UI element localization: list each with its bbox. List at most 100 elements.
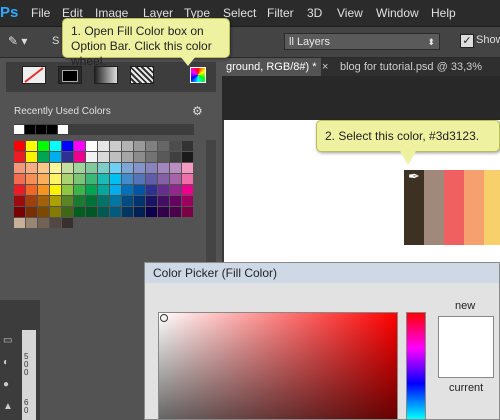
color-swatch[interactable] <box>74 207 85 217</box>
color-swatch[interactable] <box>50 174 61 184</box>
color-swatch[interactable] <box>86 185 97 195</box>
color-swatch[interactable] <box>98 207 109 217</box>
color-swatch[interactable] <box>26 152 37 162</box>
menu-help[interactable]: Help <box>431 0 456 26</box>
color-swatch[interactable] <box>38 163 49 173</box>
color-swatch[interactable] <box>86 207 97 217</box>
color-swatch[interactable] <box>146 152 157 162</box>
saturation-brightness-field[interactable] <box>158 312 398 420</box>
color-swatch[interactable] <box>158 141 169 151</box>
color-swatch[interactable] <box>182 152 193 162</box>
color-swatch[interactable] <box>110 174 121 184</box>
menu-3d[interactable]: 3D <box>307 0 322 26</box>
color-swatch[interactable] <box>170 163 181 173</box>
color-swatch[interactable] <box>50 196 61 206</box>
color-swatch[interactable] <box>26 174 37 184</box>
color-swatch[interactable] <box>170 207 181 217</box>
color-swatch[interactable] <box>86 141 97 151</box>
color-swatch[interactable] <box>26 163 37 173</box>
color-swatch[interactable] <box>62 196 73 206</box>
color-swatch[interactable] <box>170 185 181 195</box>
menu-view[interactable]: View <box>337 0 363 26</box>
color-swatch[interactable] <box>26 141 37 151</box>
color-swatch[interactable] <box>158 163 169 173</box>
color-swatch[interactable] <box>122 152 133 162</box>
color-swatch[interactable] <box>14 152 25 162</box>
color-swatch[interactable] <box>182 207 193 217</box>
color-swatch[interactable] <box>158 185 169 195</box>
recent-color-swatch[interactable] <box>36 125 46 134</box>
color-swatch[interactable] <box>14 218 25 228</box>
color-swatch[interactable] <box>14 163 25 173</box>
color-swatch[interactable] <box>170 152 181 162</box>
pattern-button[interactable] <box>130 66 154 84</box>
color-selector-circle[interactable] <box>160 314 168 322</box>
color-swatch[interactable] <box>26 207 37 217</box>
color-swatch[interactable] <box>98 163 109 173</box>
color-swatch[interactable] <box>50 163 61 173</box>
color-swatch[interactable] <box>146 141 157 151</box>
color-strip-coral[interactable] <box>444 170 464 245</box>
color-swatch[interactable] <box>38 196 49 206</box>
color-swatch[interactable] <box>122 196 133 206</box>
color-swatch[interactable] <box>74 152 85 162</box>
color-swatch[interactable] <box>50 218 61 228</box>
color-strip-taupe[interactable] <box>424 170 444 245</box>
color-swatch[interactable] <box>62 218 73 228</box>
color-swatch[interactable] <box>98 141 109 151</box>
color-swatch[interactable] <box>74 163 85 173</box>
color-swatch[interactable] <box>14 207 25 217</box>
color-swatch[interactable] <box>14 174 25 184</box>
tab-active-document[interactable]: ground, RGB/8#) * <box>222 58 321 76</box>
color-swatch[interactable] <box>38 207 49 217</box>
color-swatch[interactable] <box>38 185 49 195</box>
color-swatch[interactable] <box>170 141 181 151</box>
color-swatch[interactable] <box>122 174 133 184</box>
color-swatch[interactable] <box>182 141 193 151</box>
color-swatch[interactable] <box>134 185 145 195</box>
color-swatch[interactable] <box>62 163 73 173</box>
color-swatch[interactable] <box>98 196 109 206</box>
color-swatch[interactable] <box>158 174 169 184</box>
pen-tool-icon[interactable]: ✎ ▾ <box>8 34 27 48</box>
color-swatch[interactable] <box>134 163 145 173</box>
color-swatch[interactable] <box>146 174 157 184</box>
color-swatch[interactable] <box>170 196 181 206</box>
color-swatch[interactable] <box>134 207 145 217</box>
recent-color-swatch[interactable] <box>14 125 24 134</box>
color-swatch[interactable] <box>62 207 73 217</box>
tool-icons[interactable]: ▭ ◐ ● ▲ <box>3 330 13 418</box>
color-swatch[interactable] <box>146 207 157 217</box>
color-swatch[interactable] <box>38 141 49 151</box>
color-swatch[interactable] <box>122 163 133 173</box>
color-swatch[interactable] <box>14 185 25 195</box>
color-swatch[interactable] <box>122 185 133 195</box>
color-swatch[interactable] <box>50 207 61 217</box>
gear-icon[interactable]: ⚙ <box>192 104 203 118</box>
color-swatch[interactable] <box>98 185 109 195</box>
color-swatch[interactable] <box>110 163 121 173</box>
color-swatch[interactable] <box>134 196 145 206</box>
color-strip-peach[interactable] <box>464 170 484 245</box>
color-swatch[interactable] <box>62 174 73 184</box>
color-swatch[interactable] <box>158 152 169 162</box>
color-swatch[interactable] <box>122 207 133 217</box>
menu-filter[interactable]: Filter <box>267 0 294 26</box>
color-swatch[interactable] <box>158 207 169 217</box>
color-swatch[interactable] <box>86 152 97 162</box>
color-wheel-icon[interactable] <box>190 67 206 83</box>
color-swatch[interactable] <box>110 141 121 151</box>
color-swatch[interactable] <box>182 185 193 195</box>
menu-window[interactable]: Window <box>376 0 419 26</box>
color-swatch[interactable] <box>158 196 169 206</box>
color-swatch[interactable] <box>50 152 61 162</box>
color-swatch[interactable] <box>26 218 37 228</box>
tab-blog-for-tutorial[interactable]: blog for tutorial.psd @ 33,3% (RGB/ <box>336 58 500 91</box>
color-swatch[interactable] <box>38 152 49 162</box>
color-swatch[interactable] <box>98 174 109 184</box>
color-swatch[interactable] <box>110 185 121 195</box>
color-swatch[interactable] <box>62 152 73 162</box>
color-swatch[interactable] <box>50 141 61 151</box>
recent-color-swatch[interactable] <box>58 125 68 134</box>
color-swatch[interactable] <box>38 174 49 184</box>
